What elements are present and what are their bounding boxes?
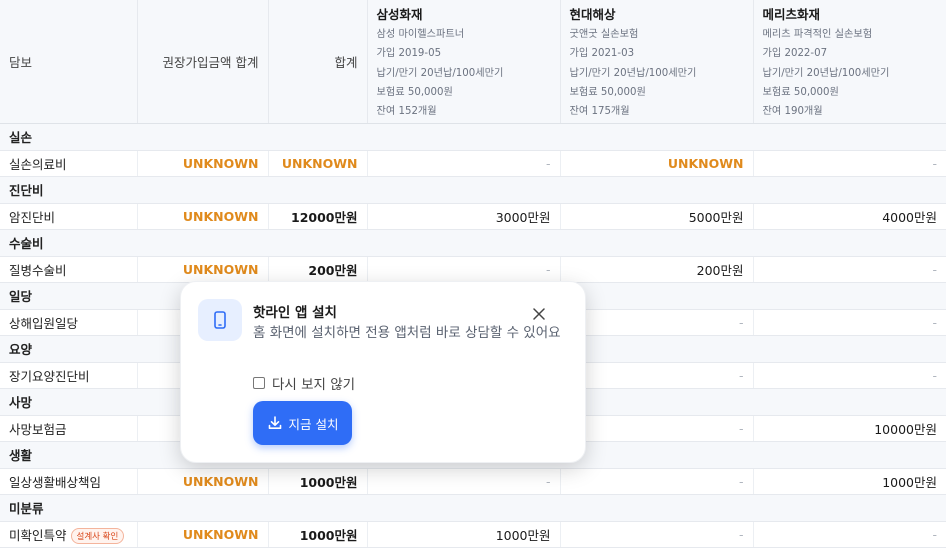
coverage-name-cell: 미확인특약 설계사 확인 <box>0 521 138 548</box>
samsung-cell: 1000만원 <box>367 521 561 548</box>
meritz-cell: - <box>753 309 946 336</box>
header-recommended-total: 권장가입금액 합계 <box>137 0 269 124</box>
recommended-cell: UNKNOWN <box>137 521 269 548</box>
hyundai-cell: - <box>560 309 754 336</box>
category-label: 진단비 <box>0 176 946 204</box>
hyundai-cell: UNKNOWN <box>560 150 754 177</box>
samsung-cell: 3000만원 <box>367 203 561 230</box>
coverage-name: 질병수술비 <box>9 262 67 278</box>
dont-show-again[interactable]: 다시 보지 않기 <box>253 373 355 393</box>
coverage-name-cell: 사망보험금 <box>0 415 138 442</box>
hyundai-cell: - <box>560 362 754 389</box>
coverage-name-cell: 질병수술비 <box>0 256 138 283</box>
status-badge: 설계사 확인 <box>70 527 125 544</box>
category-row: 진단비 <box>0 176 946 204</box>
total-cell: 200만원 <box>268 256 368 283</box>
install-app-popup: 핫라인 앱 설치 홈 화면에 설치하면 전용 앱처럼 바로 상담할 수 있어요 … <box>180 281 586 463</box>
insurer-terms: 납기/만기 20년납/100세만기 <box>376 67 504 79</box>
insurer-product: 삼성 마이헬스파트너 <box>376 29 465 40</box>
insurer-remaining: 잔여 152개월 <box>376 106 437 118</box>
insurer-product: 메리츠 파격적인 실손보험 <box>762 29 873 40</box>
meritz-cell: 10000만원 <box>753 415 946 442</box>
meritz-cell: - <box>753 362 946 389</box>
insurer-name: 메리츠화재 <box>762 7 821 22</box>
hyundai-cell: - <box>560 415 754 442</box>
table-row: 일상생활배상책임 UNKNOWN 1000만원 - -1000만원 <box>0 468 946 495</box>
total-cell: 12000만원 <box>268 203 368 230</box>
coverage-name: 암진단비 <box>9 209 56 225</box>
samsung-cell: - <box>367 150 561 177</box>
table-row: 암진단비 UNKNOWN 12000만원 3000만원 5000만원 4000만원 <box>0 203 946 230</box>
insurer-remaining: 잔여 175개월 <box>569 106 630 118</box>
recommended-cell: UNKNOWN <box>137 256 269 283</box>
download-icon <box>268 416 281 429</box>
insurer-remaining: 잔여 190개월 <box>762 106 823 118</box>
hyundai-cell: 200만원 <box>560 256 754 283</box>
samsung-cell: - <box>367 256 561 283</box>
insurer-terms: 납기/만기 20년납/100세만기 <box>762 67 890 79</box>
coverage-name: 상해입원일당 <box>9 315 79 331</box>
insurer-header-samsung: 삼성화재 삼성 마이헬스파트너 가입 2019-05 납기/만기 20년납/10… <box>367 0 561 124</box>
insurer-name: 현대해상 <box>569 7 616 22</box>
close-icon[interactable] <box>531 306 547 322</box>
table-row: 미확인특약 설계사 확인 UNKNOWN 1000만원 1000만원 - - <box>0 521 946 548</box>
coverage-name-cell: 일상생활배상책임 <box>0 468 138 495</box>
category-label: 수술비 <box>0 229 946 257</box>
insurer-premium: 보험료 50,000원 <box>762 86 839 98</box>
coverage-name-cell: 상해입원일당 <box>0 309 138 336</box>
meritz-cell: - <box>753 256 946 283</box>
insurer-product: 굿앤굿 실손보험 <box>569 29 639 40</box>
total-cell: 1000만원 <box>268 468 368 495</box>
install-now-button[interactable]: 지금 설치 <box>253 401 352 445</box>
coverage-name-cell: 장기요양진단비 <box>0 362 138 389</box>
meritz-cell: 4000만원 <box>753 203 946 230</box>
dont-show-again-label: 다시 보지 않기 <box>272 377 356 393</box>
coverage-name-cell: 실손의료비 <box>0 150 138 177</box>
coverage-name: 장기요양진단비 <box>9 368 90 384</box>
header-total: 합계 <box>268 0 368 124</box>
recommended-cell: UNKNOWN <box>137 150 269 177</box>
insurer-premium: 보험료 50,000원 <box>569 86 646 98</box>
install-now-label: 지금 설치 <box>288 416 339 432</box>
table-row: 질병수술비 UNKNOWN 200만원 -200만원 - <box>0 256 946 283</box>
popup-description: 홈 화면에 설치하면 전용 앱처럼 바로 상담할 수 있어요 <box>253 325 561 341</box>
insurer-joined: 가입 2022-07 <box>762 48 828 60</box>
insurer-header-meritz: 메리츠화재 메리츠 파격적인 실손보험 가입 2022-07 납기/만기 20년… <box>753 0 946 124</box>
popup-title: 핫라인 앱 설치 <box>253 305 337 321</box>
coverage-name: 실손의료비 <box>9 156 67 172</box>
insurer-joined: 가입 2019-05 <box>376 48 442 60</box>
recommended-cell: UNKNOWN <box>137 468 269 495</box>
category-row: 미분류 <box>0 494 946 522</box>
table-header-row: 담보 권장가입금액 합계 합계 삼성화재 삼성 마이헬스파트너 가입 2019-… <box>0 0 946 124</box>
coverage-name: 미확인특약 <box>9 527 67 543</box>
coverage-name: 일상생활배상책임 <box>9 474 102 490</box>
meritz-cell: - <box>753 521 946 548</box>
phone-icon <box>198 299 242 341</box>
coverage-name: 사망보험금 <box>9 421 67 437</box>
dont-show-again-checkbox[interactable] <box>253 377 265 389</box>
hyundai-cell: 5000만원 <box>560 203 754 230</box>
samsung-cell: - <box>367 468 561 495</box>
coverage-name-cell: 암진단비 <box>0 203 138 230</box>
category-row: 수술비 <box>0 229 946 257</box>
header-coverage: 담보 <box>0 0 138 124</box>
total-cell: UNKNOWN <box>268 150 368 177</box>
hyundai-cell: - <box>560 521 754 548</box>
meritz-cell: 1000만원 <box>753 468 946 495</box>
insurer-header-hyundai: 현대해상 굿앤굿 실손보험 가입 2021-03 납기/만기 20년납/100세… <box>560 0 754 124</box>
total-cell: 1000만원 <box>268 521 368 548</box>
category-row: 실손 <box>0 123 946 151</box>
hyundai-cell: - <box>560 468 754 495</box>
insurer-joined: 가입 2021-03 <box>569 48 635 60</box>
meritz-cell: - <box>753 150 946 177</box>
recommended-cell: UNKNOWN <box>137 203 269 230</box>
category-label: 실손 <box>0 123 946 151</box>
coverage-table: 담보 권장가입금액 합계 합계 삼성화재 삼성 마이헬스파트너 가입 2019-… <box>0 0 946 548</box>
insurer-name: 삼성화재 <box>376 7 423 22</box>
insurer-premium: 보험료 50,000원 <box>376 86 453 98</box>
category-label: 미분류 <box>0 494 946 522</box>
table-row: 실손의료비 UNKNOWN UNKNOWN - UNKNOWN - <box>0 150 946 177</box>
insurer-terms: 납기/만기 20년납/100세만기 <box>569 67 697 79</box>
